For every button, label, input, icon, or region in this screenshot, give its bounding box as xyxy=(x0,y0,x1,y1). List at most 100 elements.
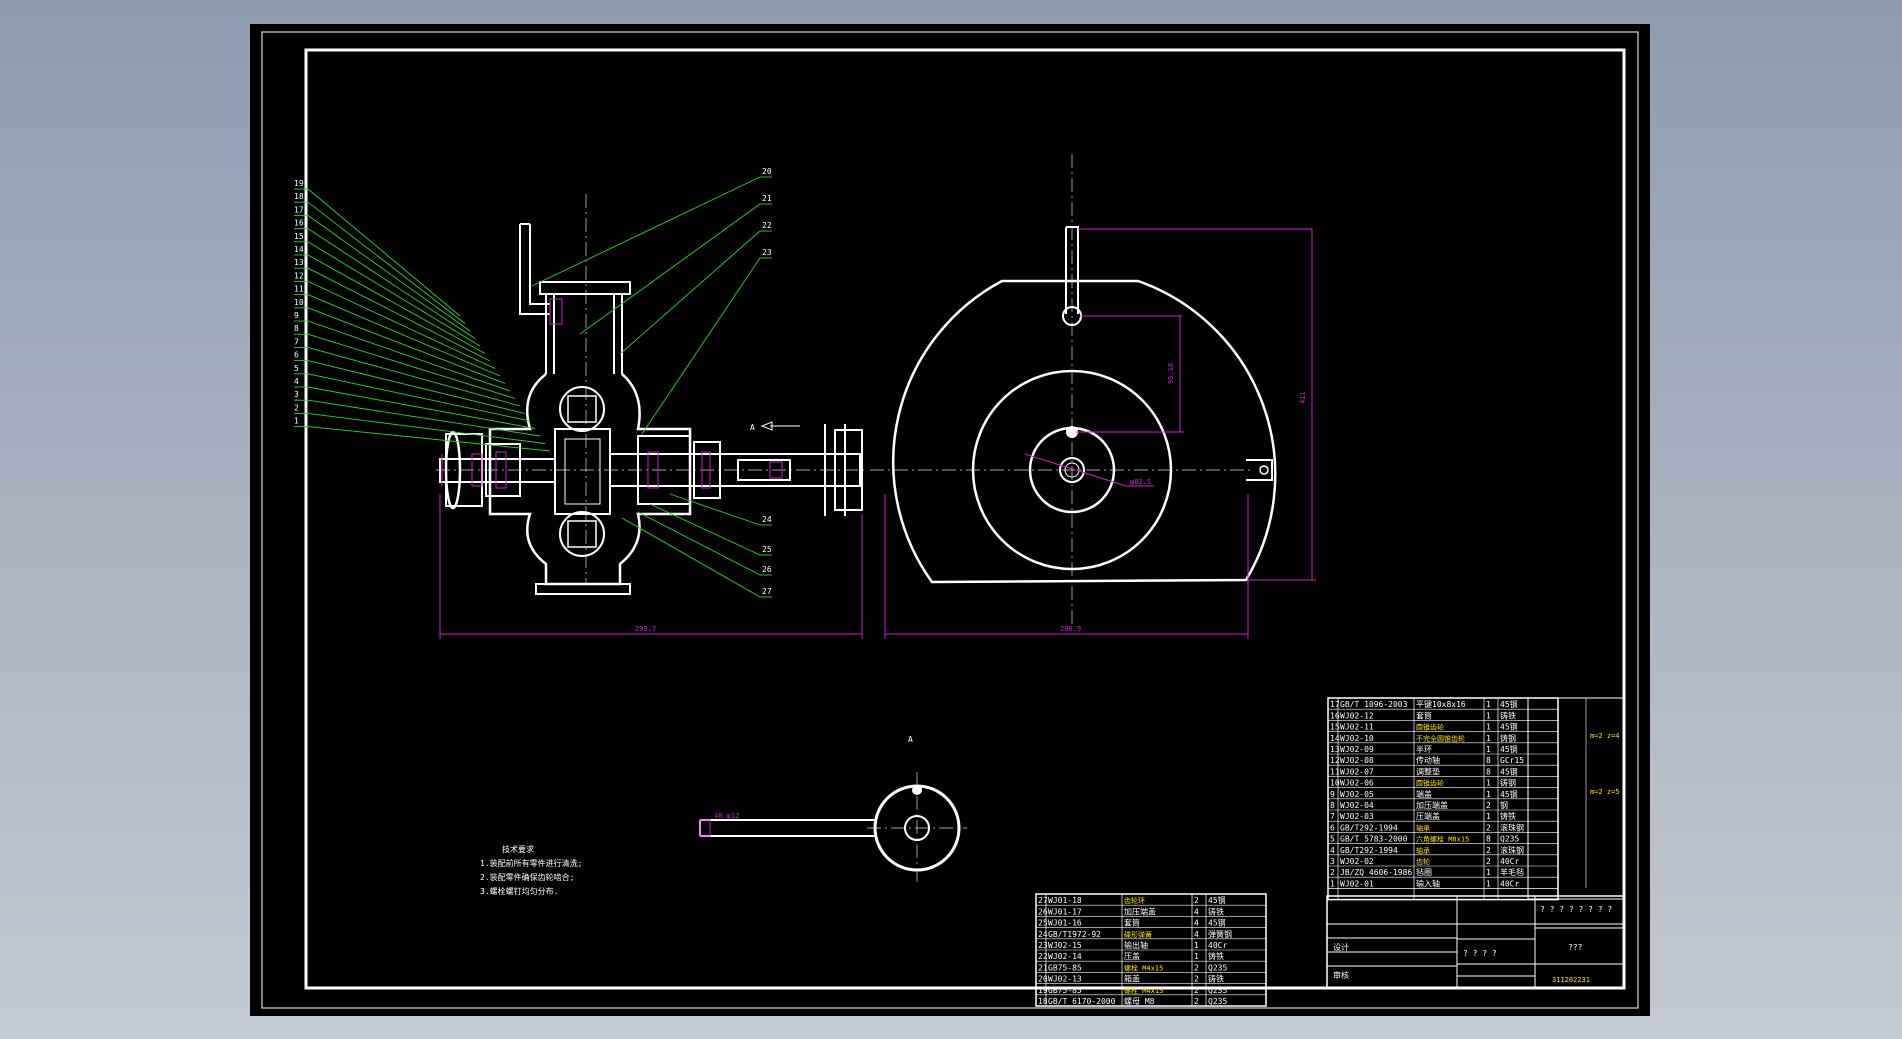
bom-cell: 45钢 xyxy=(1208,918,1226,928)
side-inner-dim: 95.18 xyxy=(1167,363,1175,384)
bom-cell: 输入轴 xyxy=(1416,878,1440,888)
bom-cell: 圆锥齿轮 xyxy=(1416,723,1444,732)
bom-cell: 1 xyxy=(1486,868,1491,877)
bom-cell: 25 xyxy=(1038,919,1048,928)
bom-cell: 14 xyxy=(1330,734,1340,743)
leader-label: 17 xyxy=(294,205,304,214)
bom-cell: GB/T 1096-2003 xyxy=(1340,700,1408,709)
bom-cell: 铸铁 xyxy=(1500,811,1516,821)
leader-label: 23 xyxy=(762,248,772,257)
bom-right-table: 17 GB/T 1096-2003 平键10x8x16 1 45钢16 WJ02-12 套筒… xyxy=(1327,697,1625,901)
bom-cell: 套筒 xyxy=(1124,918,1140,928)
bom-cell: 1 xyxy=(1486,812,1491,821)
bom-cell: WJ02-11 xyxy=(1340,723,1374,732)
bom-cell: 1 xyxy=(1194,952,1199,961)
leader-label: 5 xyxy=(294,364,299,373)
bom-cell: WJ01-17 xyxy=(1048,907,1082,916)
leader-line xyxy=(619,230,761,355)
bom-cell: WJ02-02 xyxy=(1340,857,1374,866)
bom-cell: 1 xyxy=(1194,941,1199,950)
leader-line xyxy=(307,307,506,384)
bom-cell: 2 xyxy=(1486,846,1491,855)
leader-line xyxy=(307,373,531,422)
bom-cell: WJ02-03 xyxy=(1340,812,1374,821)
bom-cell: WJ02-07 xyxy=(1340,767,1374,776)
bom-cell: 2 xyxy=(1486,801,1491,810)
bom-cell: WJ02-15 xyxy=(1048,941,1082,950)
title-design: 设计 xyxy=(1333,942,1349,952)
leader-label: 4 xyxy=(294,377,299,386)
bom-cell: 钢 xyxy=(1500,800,1508,810)
bom-cell: 10 xyxy=(1330,779,1340,788)
bom-cell: 轴承 xyxy=(1416,846,1430,855)
leader-label: 15 xyxy=(294,232,304,241)
leader-line xyxy=(641,257,761,435)
title-review: 审核 xyxy=(1333,970,1349,980)
leader-label: 14 xyxy=(294,245,304,254)
tech-item-1: 1.装配前所有零件进行清洗; xyxy=(480,858,582,868)
bom-cell: 1 xyxy=(1330,879,1335,888)
bom-cell: GB/T1972-92 xyxy=(1048,930,1101,939)
bom-cell: 加压端盖 xyxy=(1416,800,1448,810)
side-height-dim: 411 xyxy=(1299,391,1307,404)
bom-cell: 27 xyxy=(1038,896,1048,905)
title-name: ??? xyxy=(1568,943,1583,952)
bom-cell: 3 xyxy=(1330,857,1335,866)
leader-line xyxy=(307,267,491,362)
bom-cell: 2 xyxy=(1486,857,1491,866)
bom-cell: 滚珠钢 xyxy=(1500,822,1524,832)
bom-cell: WJ02-08 xyxy=(1340,756,1374,765)
side-width-dim: 286.9 xyxy=(1060,625,1081,633)
bom-cell: 箱盖 xyxy=(1124,974,1140,984)
bom-note: m=2 z=4 xyxy=(1590,732,1620,740)
bom-cell: 8 xyxy=(1486,767,1491,776)
bom-cell: 齿轮 xyxy=(1416,857,1430,866)
bom-cell: 不完全圆锥齿轮 xyxy=(1416,734,1465,743)
bom-cell: GB75-85 xyxy=(1048,986,1082,995)
leader-line xyxy=(579,203,761,335)
leader-label: 21 xyxy=(762,194,772,203)
leader-label: 11 xyxy=(294,285,304,294)
leader-line xyxy=(531,176,761,287)
bom-cell: GCr15 xyxy=(1500,756,1524,765)
bom-cell: 4 xyxy=(1194,919,1199,928)
front-section-view: A 293.7 xyxy=(436,194,868,639)
leader-line xyxy=(307,201,466,324)
drawing-number: 311202231 xyxy=(1552,976,1590,984)
leader-line xyxy=(649,503,761,556)
bom-cell: 15 xyxy=(1330,723,1340,732)
bom-cell: 六角螺栓 M8x15 xyxy=(1416,835,1469,844)
bom-cell: WJ02-13 xyxy=(1048,975,1082,984)
bom-cell: 1 xyxy=(1486,723,1491,732)
leader-label: 2 xyxy=(294,403,299,412)
bom-cell: 铸铁 xyxy=(1208,951,1224,961)
bom-cell: 22 xyxy=(1038,952,1048,961)
bom-cell: 铸钢 xyxy=(1500,778,1516,788)
hole-dia-dim: φ82.5 xyxy=(1130,478,1151,486)
bom-cell: Q235 xyxy=(1208,963,1227,972)
leader-label: 3 xyxy=(294,390,299,399)
bom-cell: 40Cr xyxy=(1500,879,1519,888)
leader-lines: 1918171615141312111098765432120212223242… xyxy=(294,167,772,598)
bom-cell: WJ02-05 xyxy=(1340,790,1374,799)
bom-cell: WJ02-04 xyxy=(1340,801,1374,810)
bom-cell: Q235 xyxy=(1208,997,1227,1006)
bom-cell: 24 xyxy=(1038,930,1048,939)
bom-cell: 套筒 xyxy=(1416,710,1432,720)
bom-cell: 压端盖 xyxy=(1416,811,1440,821)
bom-cell: 17 xyxy=(1330,700,1340,709)
bom-cell: 毡圈 xyxy=(1416,867,1432,877)
bom-cell: 7 xyxy=(1330,812,1335,821)
bom-cell: 5 xyxy=(1330,835,1335,844)
leader-line xyxy=(621,517,761,598)
bom-cell: 半环 xyxy=(1416,744,1432,754)
tech-item-3: 3.螺栓螺钉均匀分布. xyxy=(480,886,558,896)
leader-label: 8 xyxy=(294,324,299,333)
bom-cell: WJ02-09 xyxy=(1340,745,1374,754)
bom-cell: 铸铁 xyxy=(1500,710,1516,720)
bom-cell: 2 xyxy=(1330,868,1335,877)
bom-cell: 13 xyxy=(1330,745,1340,754)
bom-cell: GB/T 6170-2000 xyxy=(1048,997,1116,1006)
bom-cell: 18 xyxy=(1038,997,1048,1006)
bom-cell: 齿轮环 xyxy=(1124,896,1145,905)
